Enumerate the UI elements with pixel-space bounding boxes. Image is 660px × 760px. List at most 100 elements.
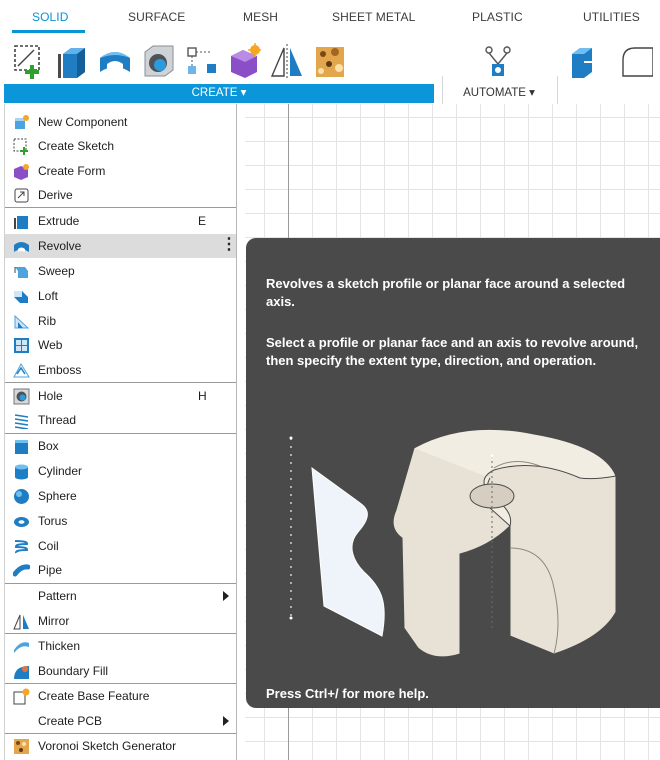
pattern-icon [184,42,218,82]
menu-item-label: Web [38,338,63,352]
create-sketch-tool[interactable] [12,42,46,82]
tab-sheet-metal[interactable]: SHEET METAL [332,10,415,24]
menu-item-label: Mirror [38,614,70,628]
mirror-icon [270,42,304,82]
pipe-icon [13,562,30,579]
menu-item-create-base-feature[interactable]: Create Base Feature [5,684,236,708]
menu-item-sweep[interactable]: Sweep [5,259,236,283]
menu-item-label: Extrude [38,214,80,228]
modify-tool[interactable] [568,42,602,82]
menu-item-rib[interactable]: Rib [5,309,236,333]
menu-item-create-sketch[interactable]: Create Sketch [5,134,236,158]
cylinder-icon [13,463,30,480]
tab-plastic[interactable]: PLASTIC [472,10,523,24]
ribbon-tabs: SOLID SURFACE MESH SHEET METAL PLASTIC U… [0,0,660,34]
menu-item-label: Cylinder [38,464,83,478]
new-component-icon [13,114,30,131]
menu-item-cylinder[interactable]: Cylinder [5,459,236,483]
menu-item-revolve[interactable]: Revolve ⋮ [5,234,237,258]
menu-item-thicken[interactable]: Thicken [5,634,236,658]
revolve-icon [98,42,132,82]
tab-solid[interactable]: SOLID [32,10,69,24]
menu-item-label: Emboss [38,363,82,377]
thread-icon [13,412,30,429]
menu-separator [5,207,236,208]
menu-item-torus[interactable]: Torus [5,509,236,533]
pattern-tool[interactable] [184,42,218,82]
tab-surface[interactable]: SURFACE [128,10,185,24]
sweep-icon [13,263,30,280]
revolve-tooltip: Revolves a sketch profile or planar face… [246,238,660,708]
extrude-tool[interactable] [55,42,89,82]
menu-item-extrude[interactable]: Extrude E [5,209,236,233]
menu-item-label: Coil [38,539,59,553]
menu-item-hole[interactable]: Hole H [5,384,236,408]
create-sketch-icon [12,42,46,82]
app-window: SOLID SURFACE MESH SHEET METAL PLASTIC U… [0,0,660,760]
revolve-tool[interactable] [98,42,132,82]
modify-press-pull-icon [568,42,602,82]
base-feature-icon [13,688,30,705]
create-dropdown-button[interactable]: CREATE ▾ [4,84,434,103]
voronoi-icon [13,738,30,755]
menu-item-thread[interactable]: Thread [5,408,236,432]
menu-item-label: Sphere [38,489,77,503]
rib-icon [13,313,30,330]
mirror-icon [13,613,30,630]
menu-item-boundary-fill[interactable]: Boundary Fill [5,659,236,683]
menu-item-web[interactable]: Web [5,333,236,357]
voronoi-icon [313,42,347,82]
menu-item-label: Derive [38,188,73,202]
menu-item-label: Boundary Fill [38,664,109,678]
hole-icon [13,388,30,405]
fillet-tool[interactable] [619,42,653,82]
menu-item-create-form[interactable]: Create Form [5,159,236,183]
sphere-icon [13,488,30,505]
menu-item-label: Box [38,439,59,453]
menu-item-pattern[interactable]: Pattern [5,584,236,608]
thicken-icon [13,638,30,655]
menu-item-loft[interactable]: Loft [5,284,236,308]
extrude-icon [55,42,89,82]
hole-tool[interactable] [141,42,175,82]
create-sketch-icon [13,138,30,155]
create-form-icon [13,163,30,180]
menu-item-label: Thread [38,413,77,427]
menu-item-emboss[interactable]: Emboss [5,358,236,382]
voronoi-tool[interactable] [313,42,347,82]
submenu-arrow-icon [223,591,229,601]
menu-item-pipe[interactable]: Pipe [5,558,236,582]
menu-item-label: Rib [38,314,57,328]
tooltip-instructions: Select a profile or planar face and an a… [266,335,639,368]
revolve-illustration [284,428,644,660]
active-tab-indicator [12,30,85,33]
automate-dropdown-button[interactable]: AUTOMATE ▾ [445,84,553,103]
menu-item-coil[interactable]: Coil [5,534,236,558]
menu-item-box[interactable]: Box [5,434,236,458]
automate-tool[interactable] [481,42,515,82]
menu-item-new-component[interactable]: New Component [5,110,236,134]
menu-item-voronoi[interactable]: Voronoi Sketch Generator [5,734,236,758]
menu-item-mirror[interactable]: Mirror [5,609,236,633]
mirror-tool[interactable] [270,42,304,82]
tab-mesh[interactable]: MESH [243,10,278,24]
more-options-icon[interactable]: ⋮ [221,237,237,253]
menu-item-label: Voronoi Sketch Generator [38,739,177,753]
create-menu: New Component Create Sketch Create Form … [4,104,237,760]
menu-item-label: New Component [38,115,128,129]
automate-icon [481,42,515,82]
tab-utilities[interactable]: UTILITIES [583,10,640,24]
box-icon [13,438,30,455]
web-icon [13,337,30,354]
create-form-tool[interactable] [227,42,261,82]
menu-item-label: Hole [38,389,63,403]
menu-item-label: Sweep [38,264,75,278]
menu-item-sphere[interactable]: Sphere [5,484,236,508]
menu-item-create-pcb[interactable]: Create PCB [5,709,236,733]
menu-item-derive[interactable]: Derive [5,183,236,207]
derive-icon [13,187,30,204]
loft-icon [13,288,30,305]
menu-item-label: Create Form [38,164,106,178]
submenu-arrow-icon [223,716,229,726]
menu-item-label: Create Sketch [38,139,115,153]
